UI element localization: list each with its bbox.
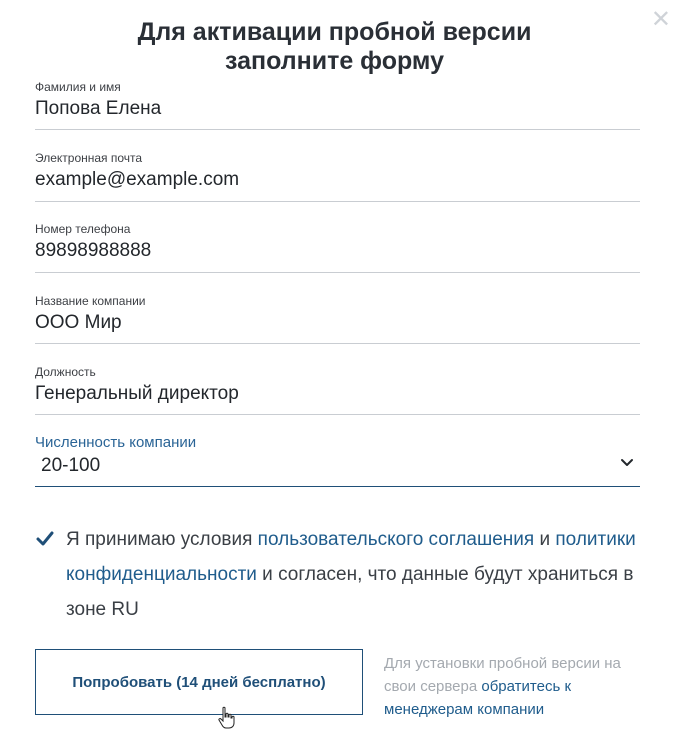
position-field[interactable]: Должность Генеральный директор: [35, 365, 640, 415]
name-input[interactable]: Попова Елена: [35, 97, 640, 121]
consent-text: Я принимаю условия пользовательского сог…: [66, 522, 645, 627]
consent-text-1: Я принимаю условия: [66, 529, 258, 550]
installation-note: Для установки пробной версии на свои сер…: [384, 652, 654, 721]
chevron-down-icon[interactable]: [620, 456, 634, 470]
consent-checkbox[interactable]: [35, 529, 55, 549]
title-line-2: заполните форму: [224, 47, 445, 75]
email-input[interactable]: example@example.com: [35, 168, 640, 192]
phone-label: Номер телефона: [35, 222, 131, 236]
name-label: Фамилия и имя: [35, 80, 121, 94]
dialog-title: Для активации пробной версии заполните ф…: [0, 18, 669, 76]
position-label: Должность: [35, 365, 96, 379]
phone-input[interactable]: 89898988888: [35, 239, 640, 263]
hand-cursor-icon: [218, 706, 235, 729]
title-line-1: Для активации пробной версии: [137, 18, 532, 46]
try-free-button[interactable]: Попробовать (14 дней бесплатно): [35, 649, 363, 715]
company-input[interactable]: ООО Мир: [35, 311, 640, 335]
company-size-label: Численность компании: [35, 434, 197, 451]
position-input[interactable]: Генеральный директор: [35, 382, 640, 406]
phone-field[interactable]: Номер телефона 89898988888: [35, 222, 640, 273]
name-field[interactable]: Фамилия и имя Попова Елена: [35, 80, 640, 130]
company-size-value[interactable]: 20-100: [35, 454, 640, 478]
company-size-select[interactable]: Численность компании 20-100: [35, 434, 640, 487]
company-field[interactable]: Название компании ООО Мир: [35, 294, 640, 344]
company-label: Название компании: [35, 294, 146, 308]
email-label: Электронная почта: [35, 151, 143, 165]
consent-text-2: и: [534, 529, 556, 550]
email-field[interactable]: Электронная почта example@example.com: [35, 151, 640, 202]
user-agreement-link[interactable]: пользовательского соглашения: [258, 529, 535, 550]
consent-block: Я принимаю условия пользовательского сог…: [35, 522, 645, 627]
